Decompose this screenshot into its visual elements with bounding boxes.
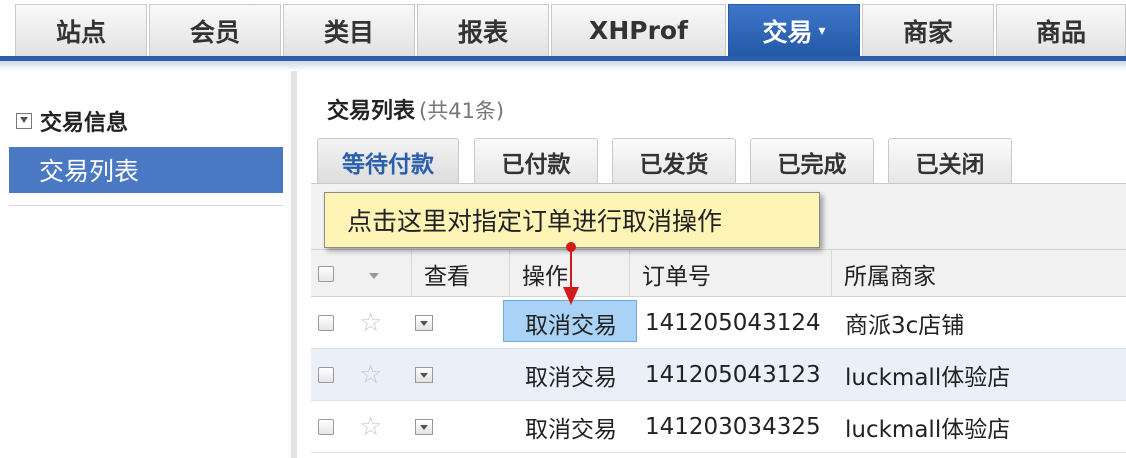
star-cell: ☆	[359, 401, 382, 453]
merchant-name: luckmall体验店	[845, 365, 1011, 391]
nav-shadow	[0, 61, 1126, 71]
star-icon[interactable]: ☆	[359, 414, 382, 440]
select-all-cell	[311, 250, 351, 297]
nav-tab-label: 商家	[902, 17, 953, 47]
star-cell: ☆	[359, 297, 382, 349]
star-icon[interactable]: ☆	[359, 310, 382, 336]
view-cell	[415, 401, 433, 453]
sort-caret-icon[interactable]	[369, 272, 379, 279]
tab-completed[interactable]: 已完成	[750, 138, 874, 184]
sidebar-group-trade-info[interactable]: 交易信息	[16, 105, 128, 137]
cancel-trade-link[interactable]: 取消交易	[525, 349, 617, 401]
row-checkbox[interactable]	[318, 367, 334, 383]
view-detail-icon[interactable]	[415, 315, 433, 331]
column-header-order-no[interactable]: 订单号	[629, 250, 831, 297]
row-checkbox[interactable]	[318, 315, 334, 331]
nav-tab-member[interactable]: 会员	[149, 4, 281, 56]
view-cell	[415, 349, 433, 401]
row-checkbox-cell	[318, 401, 334, 453]
table-row: ☆ 取消交易 141205043123 luckmall体验店	[311, 349, 1126, 401]
nav-tab-xhprof[interactable]: XHProf	[551, 4, 726, 56]
tooltip-text: 点击这里对指定订单进行取消操作	[347, 207, 723, 236]
nav-tab-label: 类目	[323, 17, 374, 47]
tab-closed[interactable]: 已关闭	[888, 138, 1012, 184]
nav-tab-category[interactable]: 类目	[283, 4, 415, 56]
sidebar-item-label: 交易列表	[39, 157, 140, 186]
arrow-annotation	[563, 242, 579, 305]
tab-paid[interactable]: 已付款	[474, 138, 598, 184]
column-header-label: 所属商家	[844, 263, 936, 290]
sort-cell	[351, 250, 411, 297]
nav-tab-merchant[interactable]: 商家	[862, 4, 994, 56]
nav-tab-label: 站点	[55, 17, 106, 47]
collapse-icon[interactable]	[16, 113, 32, 129]
view-detail-icon[interactable]	[415, 419, 433, 435]
merchant-name: 商派3c店铺	[845, 313, 965, 339]
arrow-head	[563, 287, 579, 305]
nav-tab-report[interactable]: 报表	[417, 4, 549, 56]
tab-label: 已关闭	[915, 151, 985, 178]
nav-tab-site[interactable]: 站点	[15, 4, 147, 56]
trade-table: 查看 操作 订单号 所属商家 ☆ 取消交易 141205043124 商派3c店…	[311, 249, 1126, 453]
main-content: 交易列表 (共41条) 等待付款 已付款 已发货 已完成 已关闭 点击这里对指定订…	[303, 71, 1126, 458]
nav-tab-label: 商品	[1035, 17, 1086, 47]
tab-awaiting-payment[interactable]: 等待付款	[317, 138, 459, 184]
row-checkbox-cell	[318, 297, 334, 349]
column-header-label: 查看	[424, 263, 470, 290]
tab-label: 已发货	[639, 151, 709, 178]
nav-tab-trade[interactable]: 交易 ▾	[728, 4, 860, 56]
tab-shipped[interactable]: 已发货	[612, 138, 736, 184]
star-cell: ☆	[359, 349, 382, 401]
tab-label: 已完成	[777, 151, 847, 178]
select-all-checkbox[interactable]	[318, 265, 334, 282]
sidebar-group-label: 交易信息	[40, 111, 129, 136]
top-navigation: 站点 会员 类目 报表 XHProf 交易 ▾ 商家 商品	[0, 0, 1126, 71]
page-title: 交易列表 (共41条)	[327, 93, 504, 125]
nav-tab-label: XHProf	[589, 16, 688, 45]
sidebar-divider	[9, 205, 283, 206]
nav-tab-product[interactable]: 商品	[996, 4, 1126, 56]
nav-tab-label: 交易	[762, 17, 813, 47]
table-row: ☆ 取消交易 141205043124 商派3c店铺	[311, 297, 1126, 349]
page-title-text: 交易列表	[327, 99, 416, 124]
view-cell	[415, 297, 433, 349]
order-number: 141205043124	[645, 310, 821, 336]
row-checkbox-cell	[318, 349, 334, 401]
column-header-view[interactable]: 查看	[411, 250, 509, 297]
column-header-label: 订单号	[642, 263, 711, 290]
record-count: (共41条)	[419, 99, 505, 123]
column-header-merchant[interactable]: 所属商家	[831, 250, 1126, 297]
star-icon[interactable]: ☆	[359, 362, 382, 388]
nav-tab-label: 报表	[457, 17, 508, 47]
merchant-name: luckmall体验店	[845, 417, 1011, 443]
table-header: 查看 操作 订单号 所属商家	[311, 249, 1126, 297]
order-number: 141203034325	[645, 414, 821, 440]
table-row: ☆ 取消交易 141203034325 luckmall体验店	[311, 401, 1126, 453]
sidebar-item-trade-list[interactable]: 交易列表	[9, 147, 283, 193]
view-detail-icon[interactable]	[415, 367, 433, 383]
row-checkbox[interactable]	[318, 419, 334, 435]
tab-label: 等待付款	[342, 151, 434, 178]
sidebar: 交易信息 交易列表	[0, 71, 297, 458]
cancel-trade-link[interactable]: 取消交易	[525, 401, 617, 453]
chevron-down-icon: ▾	[818, 22, 826, 39]
order-number: 141205043123	[645, 362, 821, 388]
nav-tab-label: 会员	[189, 17, 240, 47]
tab-label: 已付款	[501, 151, 571, 178]
